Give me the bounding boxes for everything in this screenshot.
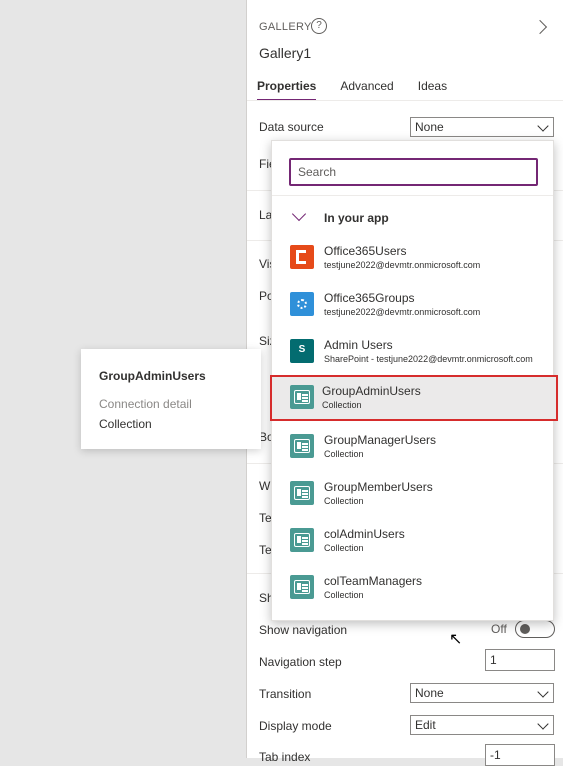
item-title: Office365Users xyxy=(324,244,407,258)
collection-icon xyxy=(290,385,314,409)
tooltip-detail-label: Connection detail xyxy=(99,397,192,411)
transition-select[interactable]: None xyxy=(410,683,554,703)
item-title: Admin Users xyxy=(324,338,393,352)
control-type-label: GALLERY xyxy=(259,21,312,33)
control-name[interactable]: Gallery1 xyxy=(259,45,311,61)
template-size-label: Te xyxy=(259,511,272,525)
navigation-step-input[interactable]: 1 xyxy=(485,649,555,671)
item-title: colTeamManagers xyxy=(324,574,423,588)
divider xyxy=(247,100,563,101)
display-mode-value: Edit xyxy=(415,718,436,732)
collection-icon xyxy=(290,575,314,599)
chevron-right-icon[interactable] xyxy=(532,19,548,35)
data-source-select[interactable]: None xyxy=(410,117,554,137)
display-mode-select[interactable]: Edit xyxy=(410,715,554,735)
data-source-label: Data source xyxy=(259,120,324,134)
transition-value: None xyxy=(415,686,444,700)
item-subtitle: Collection xyxy=(324,449,364,459)
list-item-groupadminusers[interactable]: GroupAdminUsers Collection ↖ xyxy=(270,375,558,648)
item-subtitle: testjune2022@devmtr.onmicrosoft.com xyxy=(324,307,481,317)
panel-tabs: Properties Advanced Ideas xyxy=(257,79,471,101)
item-tooltip: GroupAdminUsers Connection detail Collec… xyxy=(81,349,261,449)
item-subtitle: testjune2022@devmtr.onmicrosoft.com xyxy=(324,260,481,270)
tab-advanced[interactable]: Advanced xyxy=(340,79,393,101)
item-title: colAdminUsers xyxy=(324,527,405,541)
list-item-admin-users[interactable]: S Admin Users SharePoint - testjune2022@… xyxy=(272,329,553,375)
search-input[interactable]: Search xyxy=(289,158,538,186)
list-item-office365users[interactable]: Office365Users testjune2022@devmtr.onmic… xyxy=(272,235,553,281)
mouse-cursor-icon: ↖ xyxy=(449,631,463,648)
template-padding-label: Te xyxy=(259,543,272,557)
data-source-dropdown: Search In your app Office365Users testju… xyxy=(270,140,558,648)
divider xyxy=(272,195,553,196)
display-mode-label: Display mode xyxy=(259,719,332,733)
item-subtitle: Collection xyxy=(324,543,364,553)
show-navigation-state: Off xyxy=(491,622,507,636)
collection-icon xyxy=(290,434,314,458)
show-navigation-toggle[interactable] xyxy=(515,620,555,638)
chevron-down-icon xyxy=(537,120,549,132)
collection-icon xyxy=(290,481,314,505)
chevron-down-icon[interactable] xyxy=(291,206,307,222)
item-title: Office365Groups xyxy=(324,291,415,305)
list-item-groupmemberusers[interactable]: GroupMemberUsers Collection xyxy=(272,471,553,517)
item-subtitle: Collection xyxy=(324,496,364,506)
tab-properties[interactable]: Properties xyxy=(257,79,317,101)
item-subtitle: Collection xyxy=(324,590,364,600)
chevron-down-icon xyxy=(537,718,549,730)
collection-icon xyxy=(290,528,314,552)
tab-index-label: Tab index xyxy=(259,750,311,764)
office365-groups-icon xyxy=(290,292,314,316)
transition-label: Transition xyxy=(259,687,312,701)
list-item-office365groups[interactable]: Office365Groups testjune2022@devmtr.onmi… xyxy=(272,282,553,328)
list-item-coladminusers[interactable]: colAdminUsers Collection xyxy=(272,518,553,564)
item-title: GroupMemberUsers xyxy=(324,480,433,494)
tooltip-title: GroupAdminUsers xyxy=(99,369,206,383)
item-subtitle: Collection xyxy=(322,400,362,410)
tooltip-detail-value: Collection xyxy=(99,417,152,431)
data-source-value: None xyxy=(415,120,444,134)
item-title: GroupManagerUsers xyxy=(324,433,437,447)
group-header[interactable]: In your app xyxy=(324,211,389,225)
item-subtitle: SharePoint - testjune2022@devmtr.onmicro… xyxy=(324,354,533,364)
wrap-label: W xyxy=(259,479,271,493)
sharepoint-icon: S xyxy=(290,339,314,363)
show-navigation-label: Show navigation xyxy=(259,623,348,637)
toggle-knob xyxy=(520,624,530,634)
navigation-step-label: Navigation step xyxy=(259,655,342,669)
tab-ideas[interactable]: Ideas xyxy=(418,79,447,101)
help-icon[interactable]: ? xyxy=(311,18,327,34)
list-item-colteammanagers[interactable]: colTeamManagers Collection xyxy=(272,565,553,611)
list-item-groupmanagerusers[interactable]: GroupManagerUsers Collection xyxy=(272,424,553,470)
chevron-down-icon xyxy=(537,686,549,698)
office365-icon xyxy=(290,245,314,269)
tab-index-input[interactable]: -1 xyxy=(485,744,555,766)
item-title: GroupAdminUsers xyxy=(322,384,421,398)
